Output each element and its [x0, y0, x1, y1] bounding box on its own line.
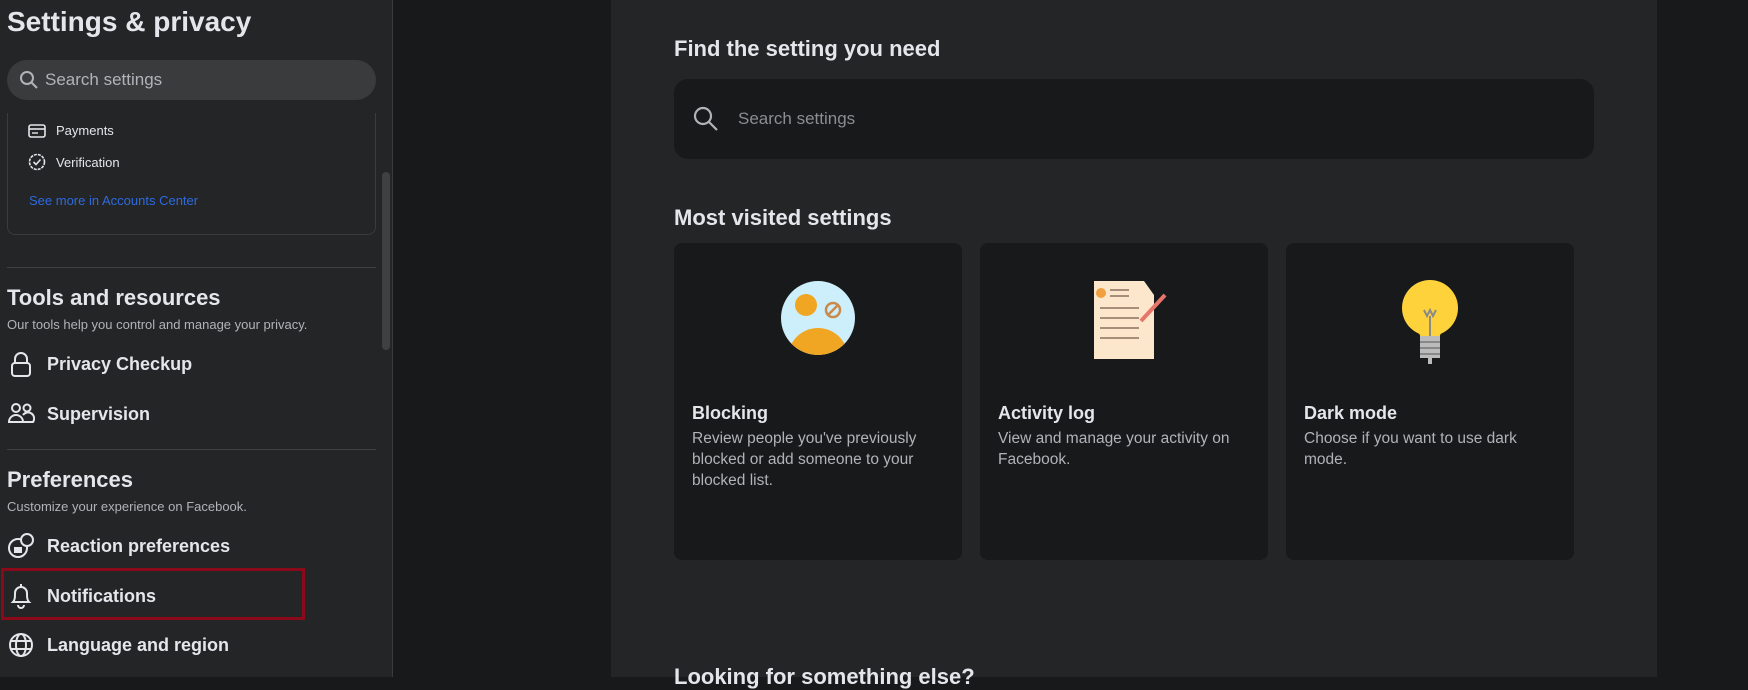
divider — [7, 267, 376, 268]
main-panel: Find the setting you need Search setting… — [611, 0, 1657, 689]
search-placeholder: Search settings — [45, 70, 163, 89]
find-heading: Find the setting you need — [674, 36, 941, 61]
item-label: Notifications — [47, 585, 157, 606]
looking-heading: Looking for something else? — [674, 664, 975, 689]
divider — [7, 449, 376, 450]
globe-icon — [9, 633, 33, 657]
search-icon — [693, 106, 718, 131]
item-label: Privacy Checkup — [47, 353, 193, 374]
sidebar-item-notifications[interactable]: Notifications — [7, 578, 156, 614]
card-description: Choose if you want to use dark mode. — [1304, 430, 1517, 468]
sidebar-search-input[interactable]: Search settings — [7, 60, 376, 100]
accounts-center-link[interactable]: See more in Accounts Center — [29, 193, 198, 208]
card-activity-log[interactable]: Activity log View and manage your activi… — [980, 243, 1268, 560]
card-blocking[interactable]: Blocking Review people you've previously… — [674, 243, 962, 560]
blocking-illustration-icon — [781, 281, 855, 355]
lightbulb-illustration-icon — [1402, 280, 1458, 364]
reaction-icon — [8, 533, 34, 558]
preferences-heading: Preferences — [7, 467, 133, 492]
card-description: Review people you've previously blocked … — [692, 430, 917, 489]
lock-icon — [11, 352, 31, 377]
card-icon — [28, 123, 46, 138]
card-title: Activity log — [998, 403, 1096, 423]
sidebar-item-supervision[interactable]: Supervision — [7, 396, 150, 432]
search-placeholder: Search settings — [738, 109, 856, 128]
preferences-subtitle: Customize your experience on Facebook. — [7, 499, 247, 514]
item-label: Verification — [56, 154, 120, 170]
activity-log-illustration-icon — [1094, 281, 1167, 359]
page-title: Settings & privacy — [7, 6, 252, 37]
search-icon — [20, 71, 38, 89]
item-label: Reaction preferences — [47, 535, 231, 556]
card-description: View and manage your activity on Faceboo… — [998, 430, 1230, 468]
main-search-input[interactable]: Search settings — [674, 79, 1594, 159]
accounts-center-box: Payments Verification See more in Accoun… — [7, 113, 376, 235]
item-label: Language and region — [47, 634, 230, 655]
sidebar-scrollbar[interactable] — [382, 172, 390, 350]
sidebar-item-payments[interactable]: Payments — [28, 123, 114, 138]
card-dark-mode[interactable]: Dark mode Choose if you want to use dark… — [1286, 243, 1574, 560]
card-title: Blocking — [692, 403, 769, 423]
item-label: Payments — [56, 123, 114, 138]
most-visited-heading: Most visited settings — [674, 205, 892, 230]
sidebar-item-verification[interactable]: Verification — [28, 153, 120, 171]
sidebar-item-privacy-checkup[interactable]: Privacy Checkup — [7, 346, 192, 382]
card-title: Dark mode — [1304, 403, 1398, 423]
bell-icon — [10, 584, 32, 609]
tools-subtitle: Our tools help you control and manage yo… — [7, 317, 308, 332]
people-icon — [7, 403, 35, 423]
sidebar-item-language-region[interactable]: Language and region — [7, 627, 229, 663]
verified-badge-icon — [28, 153, 46, 171]
sidebar-item-reaction-preferences[interactable]: Reaction preferences — [7, 528, 230, 564]
item-label: Supervision — [47, 403, 151, 424]
tools-heading: Tools and resources — [7, 285, 221, 310]
settings-sidebar: Settings & privacy Search settings Payme… — [0, 0, 393, 677]
